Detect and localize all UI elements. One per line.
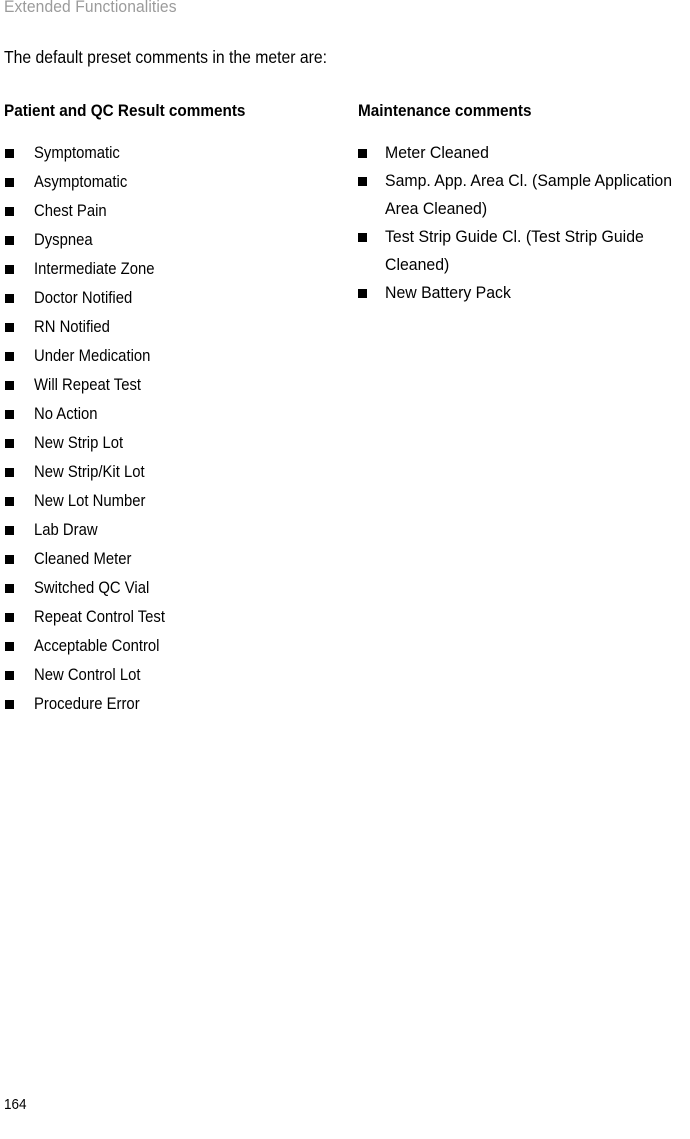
list-item-label: New Strip Lot [34,434,124,452]
list-item: Lab Draw [4,516,344,545]
list-item: No Action [4,400,344,429]
list-item: Asymptomatic [4,168,344,197]
column-maintenance-comments: Maintenance comments Meter Cleaned Samp. … [358,100,690,307]
list-item: Chest Pain [4,197,344,226]
list-item-label: Will Repeat Test [34,376,142,394]
page-number: 164 [4,1096,27,1113]
list-item: Samp. App. Area Cl. (Sample Application … [358,167,690,223]
list-item: RN Notified [4,313,344,342]
square-bullet-icon [5,642,14,651]
square-bullet-icon [5,294,14,303]
list-item-label: New Strip/Kit Lot [34,463,145,481]
square-bullet-icon [5,526,14,535]
list-item-label: New Lot Number [34,492,146,510]
square-bullet-icon [5,497,14,506]
list-item-label: Intermediate Zone [34,260,155,278]
square-bullet-icon [5,352,14,361]
maintenance-comment-list: Meter Cleaned Samp. App. Area Cl. (Sample… [358,139,690,307]
square-bullet-icon [5,236,14,245]
intro-paragraph: The default preset comments in the meter… [4,47,328,67]
patient-qc-comment-list: Symptomatic Asymptomatic Chest Pain Dyspnea… [4,139,344,719]
square-bullet-icon [5,207,14,216]
list-item: Cleaned Meter [4,545,344,574]
column-heading-maintenance: Maintenance comments [358,101,532,120]
square-bullet-icon [5,149,14,158]
list-item: Switched QC Vial [4,574,344,603]
list-item: Procedure Error [4,690,344,719]
list-item: New Control Lot [4,661,344,690]
list-item-label: Doctor Notified [34,289,133,307]
list-item-label: Cleaned Meter [34,550,132,568]
square-bullet-icon [5,468,14,477]
list-item: New Strip Lot [4,429,344,458]
list-item-label: Under Medication [34,347,151,365]
list-item-label: Symptomatic [34,144,120,162]
square-bullet-icon [5,323,14,332]
square-bullet-icon [5,584,14,593]
square-bullet-icon [5,265,14,274]
list-item: Meter Cleaned [358,139,690,167]
list-item: Repeat Control Test [4,603,344,632]
square-bullet-icon [5,555,14,564]
list-item-label: Asymptomatic [34,173,128,191]
list-item-label: Dyspnea [34,231,93,249]
column-patient-qc-comments: Patient and QC Result comments Symptomat… [4,100,344,719]
list-item-label: New Battery Pack [385,284,511,302]
list-item-label: Acceptable Control [34,637,160,655]
list-item-label: Repeat Control Test [34,608,165,626]
square-bullet-icon [5,671,14,680]
square-bullet-icon [358,177,367,186]
square-bullet-icon [5,613,14,622]
list-item-label: Meter Cleaned [385,144,489,162]
list-item: Will Repeat Test [4,371,344,400]
list-item: Intermediate Zone [4,255,344,284]
list-item-label: Lab Draw [34,521,98,539]
list-item: Test Strip Guide Cl. (Test Strip Guide C… [358,223,690,279]
square-bullet-icon [358,233,367,242]
list-item: Acceptable Control [4,632,344,661]
list-item: Symptomatic [4,139,344,168]
list-item: Under Medication [4,342,344,371]
list-item: New Battery Pack [358,279,690,307]
list-item-label: Samp. App. Area Cl. (Sample Application … [385,172,673,218]
square-bullet-icon [5,439,14,448]
list-item-label: Switched QC Vial [34,579,150,597]
list-item: New Strip/Kit Lot [4,458,344,487]
list-item-label: Test Strip Guide Cl. (Test Strip Guide C… [385,228,644,274]
square-bullet-icon [358,149,367,158]
square-bullet-icon [358,289,367,298]
document-page: Extended Functionalities The default pre… [0,0,690,1139]
list-item: New Lot Number [4,487,344,516]
square-bullet-icon [5,178,14,187]
list-item-label: No Action [34,405,98,423]
column-heading-patient-qc: Patient and QC Result comments [4,101,246,120]
list-item-label: New Control Lot [34,666,141,684]
running-header-title: Extended Functionalities [4,0,177,16]
list-item-label: Chest Pain [34,202,107,220]
list-item: Dyspnea [4,226,344,255]
list-item-label: Procedure Error [34,695,140,713]
list-item-label: RN Notified [34,318,110,336]
list-item: Doctor Notified [4,284,344,313]
square-bullet-icon [5,700,14,709]
square-bullet-icon [5,381,14,390]
square-bullet-icon [5,410,14,419]
